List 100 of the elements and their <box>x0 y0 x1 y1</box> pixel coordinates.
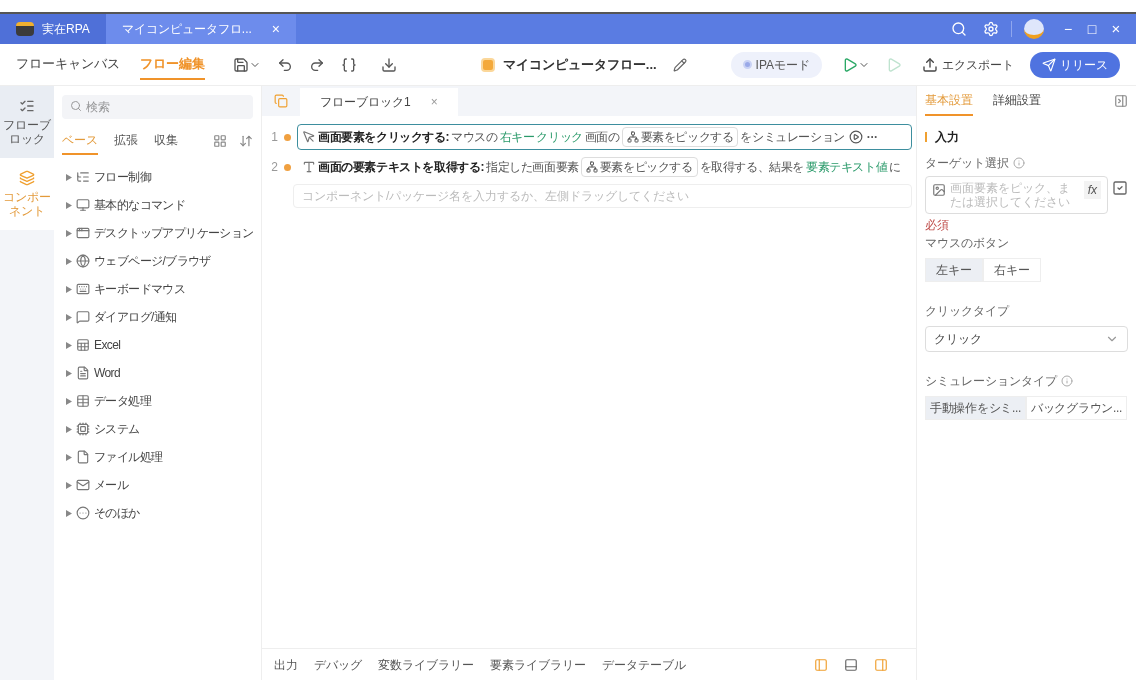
variable-text[interactable]: 要素テキスト値 <box>806 158 888 176</box>
category-item[interactable]: ウェブページ/ブラウザ <box>94 252 211 270</box>
pick-element-button[interactable]: 要素をピックする <box>580 157 698 177</box>
download-icon[interactable] <box>381 56 397 73</box>
expand-caret-icon[interactable] <box>66 369 72 377</box>
expand-caret-icon[interactable] <box>66 481 72 489</box>
step-card[interactable]: 画面の要素テキストを取得する: 指定した画面要素 要素をピックする を取得する、結果を 要素テキスト値 に <box>297 154 912 180</box>
file-icon <box>76 450 90 464</box>
bottom-tab[interactable]: デバッグ <box>314 655 362 674</box>
category-item[interactable]: システム <box>94 420 140 438</box>
category-item[interactable]: データ処理 <box>94 392 151 410</box>
edit-icon[interactable] <box>672 57 687 72</box>
segment-option[interactable]: 右キー <box>983 258 1041 282</box>
step-text: に <box>889 159 901 176</box>
hierarchy-icon <box>585 161 598 173</box>
bottom-panel-icon[interactable] <box>844 657 858 672</box>
category-item[interactable]: デスクトップアプリケーション <box>94 224 254 242</box>
expand-caret-icon[interactable] <box>66 201 72 209</box>
sort-icon[interactable] <box>239 134 253 148</box>
collapse-icon[interactable] <box>1114 94 1128 108</box>
send-icon <box>1042 57 1056 72</box>
save-icon[interactable] <box>233 56 261 73</box>
click-type-select[interactable]: クリック <box>925 326 1128 352</box>
minimize-button[interactable]: − <box>1056 18 1080 40</box>
redo-icon[interactable] <box>309 56 325 73</box>
step-text: をシミュレーション <box>740 129 845 146</box>
category-item[interactable]: メール <box>94 476 129 494</box>
view-tab[interactable]: フローキャンバス <box>16 49 120 80</box>
more-button[interactable]: ··· <box>866 128 878 146</box>
rail-item[interactable]: フローブロック <box>0 86 54 158</box>
bottom-tab[interactable]: 要素ライブラリー <box>490 655 586 674</box>
segment-option[interactable]: 手動操作をシミ... <box>925 396 1026 420</box>
expand-caret-icon[interactable] <box>66 173 72 181</box>
app-logo-icon <box>16 22 34 36</box>
sheet-icon <box>76 338 90 352</box>
layers-icon <box>19 170 35 186</box>
section-title: 入力 <box>935 129 959 146</box>
settings-icon[interactable] <box>983 21 999 37</box>
line-number: 2 <box>270 159 278 176</box>
segment-option[interactable]: 左キー <box>925 258 983 282</box>
undo-icon[interactable] <box>277 56 293 73</box>
category-item[interactable]: ダイアログ/通知 <box>94 308 177 326</box>
category-item[interactable]: ファイル処理 <box>94 448 163 466</box>
expand-caret-icon[interactable] <box>66 313 72 321</box>
variable-text[interactable]: クリック <box>536 128 583 146</box>
bottom-tab[interactable]: 変数ライブラリー <box>378 655 474 674</box>
variable-text[interactable]: 右キー <box>499 128 535 146</box>
formula-button[interactable]: fx <box>1083 181 1101 199</box>
category-item[interactable]: Excel <box>94 336 121 354</box>
expand-caret-icon[interactable] <box>66 257 72 265</box>
maximize-button[interactable]: □ <box>1080 18 1104 40</box>
category-item[interactable]: Word <box>94 364 121 382</box>
tree-icon <box>76 170 90 184</box>
left-panel-icon[interactable] <box>814 657 828 672</box>
search-field[interactable]: 検索 <box>62 95 253 119</box>
search-icon[interactable] <box>951 21 967 37</box>
expand-caret-icon[interactable] <box>66 509 72 517</box>
close-button[interactable]: × <box>1104 17 1128 41</box>
copy-icon[interactable] <box>274 94 288 108</box>
run-step-icon[interactable] <box>848 130 863 144</box>
mode-button[interactable]: IPAモード <box>730 51 822 78</box>
info-icon[interactable] <box>1061 375 1073 387</box>
editor-tab[interactable]: フローブロック1 × <box>300 88 458 116</box>
field-label: マウスのボタン <box>925 235 1010 252</box>
avatar-icon[interactable] <box>1024 19 1044 39</box>
info-icon[interactable] <box>1013 157 1025 169</box>
flow-name: マイコンピュータフロー... <box>502 55 657 74</box>
segment-option[interactable]: バックグラウン... <box>1026 396 1128 420</box>
category-item[interactable]: フロー制御 <box>94 168 151 186</box>
table-icon <box>76 394 90 408</box>
category-item[interactable]: 基本的なコマンド <box>94 196 186 214</box>
expand-caret-icon[interactable] <box>66 229 72 237</box>
export-button[interactable]: エクスポート <box>922 55 1014 74</box>
bottom-tab[interactable]: 出力 <box>274 655 298 674</box>
pick-element-button[interactable]: 要素をピックする <box>621 127 739 147</box>
expand-caret-icon[interactable] <box>66 285 72 293</box>
run-icon[interactable] <box>842 56 870 73</box>
right-panel-icon[interactable] <box>874 657 888 672</box>
step-card[interactable]: 画面要素をクリックする: マウスの 右キー クリック 画面の 要素をピックする をシミュレーション ··· <box>297 124 912 150</box>
library-tab[interactable]: 収集 <box>154 127 178 155</box>
expand-caret-icon[interactable] <box>66 341 72 349</box>
checkbox-icon[interactable] <box>1112 180 1128 196</box>
monitor-icon <box>76 198 90 212</box>
variables-icon[interactable] <box>341 56 357 73</box>
category-item[interactable]: そのほか <box>94 504 140 522</box>
category-item[interactable]: キーボードマウス <box>94 280 186 298</box>
expand-caret-icon[interactable] <box>66 453 72 461</box>
bottom-tab[interactable]: データテーブル <box>602 655 686 674</box>
library-tab[interactable]: 拡張 <box>114 127 138 155</box>
grid-icon[interactable] <box>213 134 227 148</box>
field-label: クリックタイプ <box>925 303 1011 320</box>
step-title: 画面要素をクリックする: <box>318 129 450 146</box>
message-icon <box>76 310 90 324</box>
property-tab[interactable]: 詳細設置 <box>993 86 1041 116</box>
chip-icon <box>76 422 90 436</box>
expand-caret-icon[interactable] <box>66 397 72 405</box>
release-button[interactable]: リリース <box>1030 51 1120 78</box>
mail-icon <box>76 478 90 492</box>
window-tab[interactable]: 実在RPA <box>0 14 106 44</box>
expand-caret-icon[interactable] <box>66 425 72 433</box>
